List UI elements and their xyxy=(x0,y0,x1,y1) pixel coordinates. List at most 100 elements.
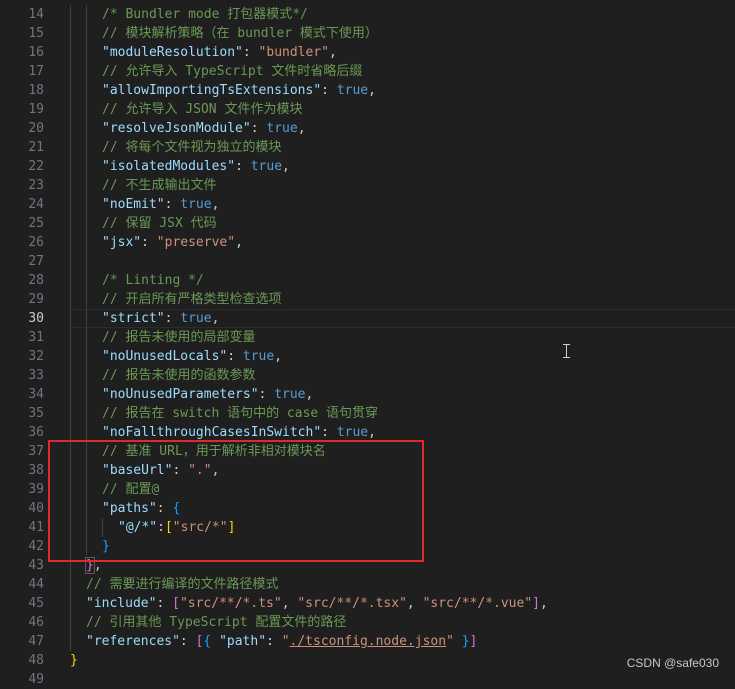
code-line-45[interactable]: 45 "include": ["src/**/*.ts", "src/**/*.t… xyxy=(0,594,735,613)
code-line-34[interactable]: 34 "noUnusedParameters": true, xyxy=(0,385,735,404)
indent-guide xyxy=(70,632,71,651)
token-key: "path" xyxy=(219,634,267,649)
code-line-29[interactable]: 29 // 开启所有严格类型检查选项 xyxy=(0,290,735,309)
code-line-28[interactable]: 28 /* Linting */ xyxy=(0,271,735,290)
code-line-16[interactable]: 16 "moduleResolution": "bundler", xyxy=(0,43,735,62)
indent-guide xyxy=(70,214,71,233)
token-kw: true xyxy=(336,83,369,98)
line-number: 35 xyxy=(28,406,44,421)
token-punc: : xyxy=(227,349,243,364)
code-content: // 不生成输出文件 xyxy=(102,176,216,195)
code-line-15[interactable]: 15 // 模块解析策略（在 bundler 模式下使用） xyxy=(0,24,735,43)
token-kw: true xyxy=(180,197,212,212)
indent-guide xyxy=(86,195,87,214)
code-line-18[interactable]: 18 "allowImportingTsExtensions": true, xyxy=(0,81,735,100)
code-line-27[interactable]: 27 xyxy=(0,252,735,271)
token-kw: true xyxy=(242,349,275,364)
code-line-22[interactable]: 22 "isolatedModules": true, xyxy=(0,157,735,176)
line-number: 40 xyxy=(28,501,44,516)
watermark: CSDN @safe030 xyxy=(626,656,719,670)
token-punc: , xyxy=(297,121,306,136)
token-punc: : xyxy=(235,159,251,174)
code-line-48[interactable]: 48} xyxy=(0,651,735,670)
code-line-35[interactable]: 35 // 报告在 switch 语句中的 case 语句贯穿 xyxy=(0,404,735,423)
token-punc: , xyxy=(281,596,298,611)
indent-guide xyxy=(70,385,71,404)
code-content: // 引用其他 TypeScript 配置文件的路径 xyxy=(86,613,346,632)
token-punc: , xyxy=(211,311,220,326)
code-line-26[interactable]: 26 "jsx": "preserve", xyxy=(0,233,735,252)
code-content: "noUnusedLocals": true, xyxy=(102,347,282,366)
indent-guide xyxy=(86,290,87,309)
token-punc: , xyxy=(305,387,314,402)
token-punc: : xyxy=(164,311,181,326)
line-number: 34 xyxy=(28,387,44,402)
token-punc: , xyxy=(235,235,243,250)
token-comment: /* Linting */ xyxy=(102,273,204,288)
token-key: "references" xyxy=(86,634,180,649)
code-content: "include": ["src/**/*.ts", "src/**/*.tsx… xyxy=(86,594,548,613)
token-kw: true xyxy=(180,311,212,326)
line-number: 46 xyxy=(28,615,44,630)
indent-guide xyxy=(86,62,87,81)
code-content: "moduleResolution": "bundler", xyxy=(102,43,337,62)
token-punc: , xyxy=(211,197,220,212)
token-key: "noUnusedParameters" xyxy=(102,387,259,402)
line-number: 17 xyxy=(28,64,44,79)
code-editor[interactable]: 14 /* Bundler mode 打包器模式*/ 15 // 模块解析策略（在 b… xyxy=(0,0,735,687)
token-key: "allowImportingTsExtensions" xyxy=(102,83,322,98)
token-punc: : xyxy=(242,45,259,60)
code-line-17[interactable]: 17 // 允许导入 TypeScript 文件时省略后缀 xyxy=(0,62,735,81)
token-key: "include" xyxy=(86,596,157,611)
indent-guide xyxy=(86,366,87,385)
line-number: 29 xyxy=(28,292,44,307)
token-kw: true xyxy=(266,121,298,136)
code-line-33[interactable]: 33 // 报告未使用的函数参数 xyxy=(0,366,735,385)
code-content: // 模块解析策略（在 bundler 模式下使用） xyxy=(102,24,378,43)
indent-guide xyxy=(70,271,71,290)
code-content: // 报告未使用的函数参数 xyxy=(102,366,255,385)
indent-guide xyxy=(70,347,71,366)
token-b3: } xyxy=(461,634,470,649)
code-content: /* Bundler mode 打包器模式*/ xyxy=(102,5,308,24)
indent-guide xyxy=(86,233,87,252)
code-line-21[interactable]: 21 // 将每个文件视为独立的模块 xyxy=(0,138,735,157)
code-line-20[interactable]: 20 "resolveJsonModule": true, xyxy=(0,119,735,138)
token-punc: : xyxy=(179,634,196,649)
indent-guide xyxy=(70,404,71,423)
token-key: "isolatedModules" xyxy=(102,159,236,174)
code-line-24[interactable]: 24 "noEmit": true, xyxy=(0,195,735,214)
token-key: "jsx" xyxy=(102,235,142,250)
code-line-46[interactable]: 46 // 引用其他 TypeScript 配置文件的路径 xyxy=(0,613,735,632)
token-str: "src/**/*.tsx" xyxy=(297,596,407,611)
code-line-14[interactable]: 14 /* Bundler mode 打包器模式*/ xyxy=(0,5,735,24)
token-punc: , xyxy=(539,596,548,611)
token-link[interactable]: ./tsconfig.node.json xyxy=(290,634,447,649)
code-content: "resolveJsonModule": true, xyxy=(102,119,306,138)
indent-guide xyxy=(70,233,71,252)
code-line-31[interactable]: 31 // 报告未使用的局部变量 xyxy=(0,328,735,347)
token-punc: : xyxy=(250,121,267,136)
code-line-32[interactable]: 32 "noUnusedLocals": true, xyxy=(0,347,735,366)
code-line-44[interactable]: 44 // 需要进行编译的文件路径模式 xyxy=(0,575,735,594)
token-str: "src/**/*.vue" xyxy=(422,596,533,611)
code-line-47[interactable]: 47 "references": [{ "path": "./tsconfig.n… xyxy=(0,632,735,651)
indent-guide xyxy=(86,43,87,62)
indent-guide xyxy=(70,119,71,138)
indent-guide xyxy=(70,613,71,632)
line-number: 24 xyxy=(28,197,44,212)
code-line-23[interactable]: 23 // 不生成输出文件 xyxy=(0,176,735,195)
line-number: 36 xyxy=(28,425,44,440)
code-line-30[interactable]: 30 "strict": true, xyxy=(0,309,735,328)
token-str: "bundler" xyxy=(258,45,329,60)
line-number: 47 xyxy=(28,634,44,649)
token-punc: : xyxy=(266,634,282,649)
line-number: 41 xyxy=(28,520,44,535)
line-number: 39 xyxy=(28,482,44,497)
code-line-19[interactable]: 19 // 允许导入 JSON 文件作为模块 xyxy=(0,100,735,119)
code-line-25[interactable]: 25 // 保留 JSX 代码 xyxy=(0,214,735,233)
token-comment: // 允许导入 JSON 文件作为模块 xyxy=(102,102,303,117)
code-content: // 允许导入 TypeScript 文件时省略后缀 xyxy=(102,62,362,81)
token-str: " xyxy=(446,634,454,649)
indent-guide xyxy=(70,328,71,347)
